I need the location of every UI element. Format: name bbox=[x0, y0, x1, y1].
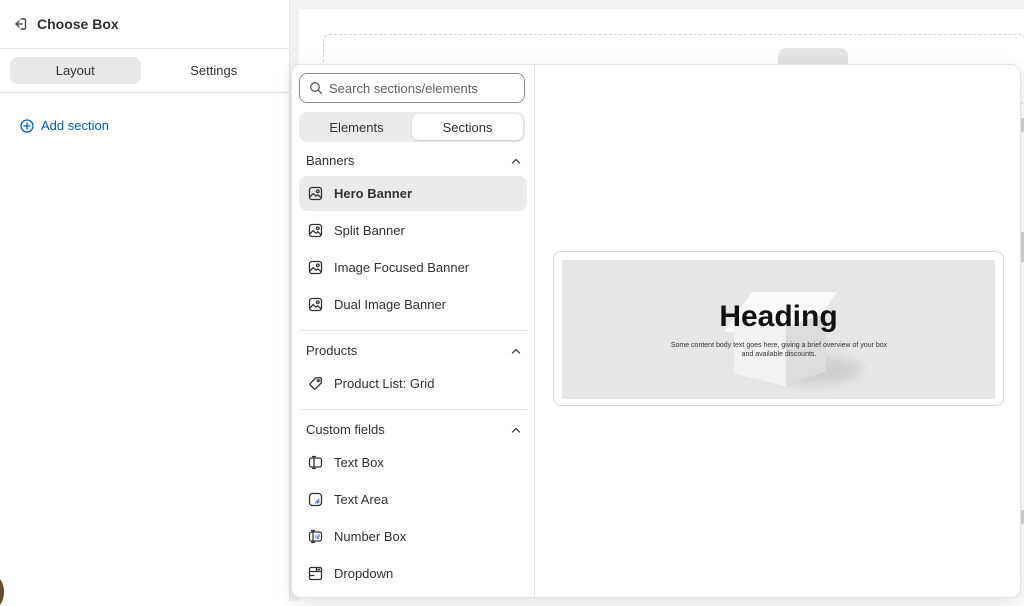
group-header-banners[interactable]: Banners bbox=[292, 147, 534, 174]
list-item-product-list-grid[interactable]: Product List: Grid bbox=[299, 366, 527, 401]
text-area-icon bbox=[308, 492, 323, 507]
list-item-dropdown[interactable]: Dropdown bbox=[299, 556, 527, 591]
text-box-icon bbox=[308, 455, 323, 470]
chevron-up-icon[interactable] bbox=[510, 345, 522, 357]
tag-icon bbox=[309, 377, 322, 390]
dropdown-icon bbox=[308, 566, 323, 581]
image-icon bbox=[308, 260, 323, 275]
list-item-split-banner[interactable]: Split Banner bbox=[299, 213, 527, 248]
chevron-up-icon[interactable] bbox=[510, 155, 522, 167]
list-item-text-box[interactable]: Text Box bbox=[299, 445, 527, 480]
divider bbox=[299, 409, 527, 410]
image-icon bbox=[308, 297, 323, 312]
list-item-text-area[interactable]: Text Area bbox=[299, 482, 527, 517]
divider bbox=[299, 330, 527, 331]
section-picker-popover: Elements Sections Banners Hero Banner Sp… bbox=[291, 64, 1021, 598]
tab-layout[interactable]: Layout bbox=[10, 57, 141, 84]
search-field[interactable] bbox=[299, 73, 525, 103]
list-item-hero-banner[interactable]: Hero Banner bbox=[299, 176, 527, 211]
picker-list-pane: Elements Sections Banners Hero Banner Sp… bbox=[292, 65, 535, 597]
section-preview-card: Heading Some content body text goes here… bbox=[553, 251, 1004, 406]
group-title: Products bbox=[306, 343, 358, 358]
exit-icon[interactable] bbox=[12, 16, 28, 32]
group-title: Banners bbox=[306, 153, 355, 168]
add-section-button[interactable]: Add section bbox=[20, 118, 109, 133]
section-list: Banners Hero Banner Split Banner Image F… bbox=[292, 147, 534, 593]
image-icon bbox=[308, 186, 323, 201]
avatar[interactable] bbox=[0, 578, 4, 606]
plus-circle-icon bbox=[20, 118, 34, 133]
sidebar-tabs: Layout Settings bbox=[0, 49, 289, 93]
preview-body-text: Some content body text goes here, giving… bbox=[670, 342, 888, 358]
group-header-products[interactable]: Products bbox=[292, 337, 534, 364]
list-item-number-box[interactable]: Number Box bbox=[299, 519, 527, 554]
sidebar: Choose Box Layout Settings Add section bbox=[0, 0, 290, 606]
search-icon bbox=[309, 81, 323, 95]
chevron-up-icon[interactable] bbox=[510, 424, 522, 436]
list-item-image-focused-banner[interactable]: Image Focused Banner bbox=[299, 250, 527, 285]
tab-settings[interactable]: Settings bbox=[149, 57, 280, 84]
search-input[interactable] bbox=[329, 80, 519, 96]
list-item-dual-image-banner[interactable]: Dual Image Banner bbox=[299, 287, 527, 322]
page-title: Choose Box bbox=[37, 16, 119, 32]
hero-banner-preview-image: Heading Some content body text goes here… bbox=[562, 260, 995, 399]
number-box-icon bbox=[308, 529, 323, 544]
add-section-label: Add section bbox=[41, 118, 109, 133]
segment-elements[interactable]: Elements bbox=[301, 114, 412, 140]
preview-heading: Heading bbox=[719, 300, 838, 333]
picker-segmented-control: Elements Sections bbox=[299, 112, 525, 142]
sidebar-header: Choose Box bbox=[0, 0, 289, 49]
group-title: Custom fields bbox=[306, 422, 385, 437]
segment-sections[interactable]: Sections bbox=[412, 114, 523, 140]
image-icon bbox=[308, 223, 323, 238]
preview-pane: Heading Some content body text goes here… bbox=[535, 65, 1020, 597]
group-header-custom-fields[interactable]: Custom fields bbox=[292, 416, 534, 443]
